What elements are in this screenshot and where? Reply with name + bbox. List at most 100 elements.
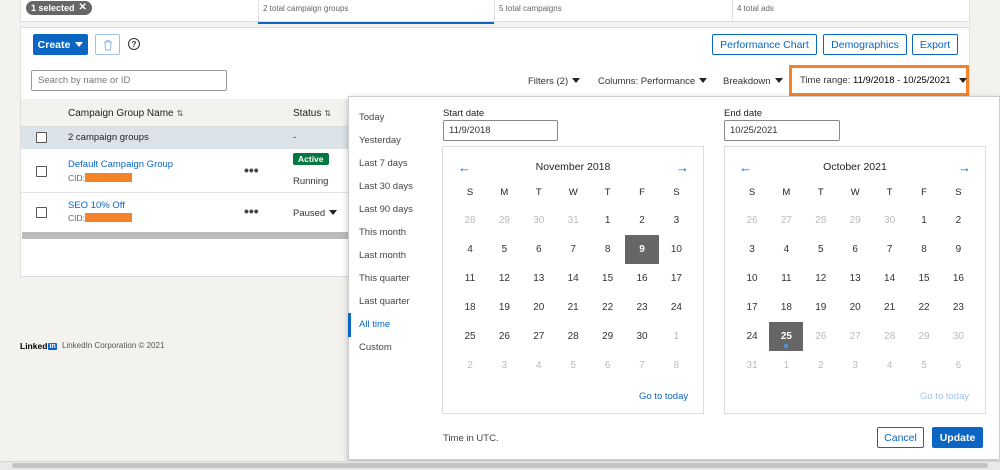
day-cell[interactable]: 17 bbox=[735, 293, 769, 322]
start-date-input[interactable]: 11/9/2018 bbox=[443, 120, 558, 141]
day-cell[interactable]: 16 bbox=[941, 264, 975, 293]
clear-selection-icon[interactable]: ✕ bbox=[79, 1, 87, 15]
column-header-name[interactable]: Campaign Group Name ⇅ bbox=[68, 108, 183, 119]
day-cell[interactable]: 6 bbox=[522, 235, 556, 264]
day-cell[interactable]: 18 bbox=[453, 293, 487, 322]
more-actions-icon[interactable]: ••• bbox=[244, 203, 259, 219]
day-cell[interactable]: 12 bbox=[804, 264, 838, 293]
day-cell[interactable]: 1 bbox=[591, 206, 625, 235]
preset-option[interactable]: All time bbox=[359, 319, 390, 330]
day-cell[interactable]: 10 bbox=[659, 235, 693, 264]
day-cell[interactable]: 1 bbox=[907, 206, 941, 235]
day-cell[interactable]: 21 bbox=[873, 293, 907, 322]
preset-option[interactable]: Today bbox=[359, 112, 384, 123]
tab-campaign-groups[interactable]: 2 total campaign groups bbox=[263, 4, 348, 13]
day-cell[interactable]: 23 bbox=[625, 293, 659, 322]
preset-option[interactable]: Last 90 days bbox=[359, 204, 413, 215]
day-cell[interactable]: 26 bbox=[487, 322, 521, 351]
day-cell[interactable]: 24 bbox=[659, 293, 693, 322]
filters-dropdown[interactable]: Filters (2) bbox=[528, 76, 581, 87]
day-cell[interactable]: 6 bbox=[838, 235, 872, 264]
end-date-input[interactable]: 10/25/2021 bbox=[724, 120, 840, 141]
selected-day-cell[interactable]: 9 bbox=[625, 235, 659, 264]
day-cell[interactable]: 13 bbox=[838, 264, 872, 293]
day-cell[interactable]: 3 bbox=[659, 206, 693, 235]
status-dropdown[interactable]: Paused bbox=[293, 208, 338, 219]
column-header-status[interactable]: Status ⇅ bbox=[293, 108, 331, 119]
cancel-button[interactable]: Cancel bbox=[877, 427, 924, 448]
next-month-icon[interactable]: → bbox=[676, 160, 689, 175]
day-cell[interactable]: 22 bbox=[591, 293, 625, 322]
day-cell[interactable]: 27 bbox=[522, 322, 556, 351]
day-cell[interactable]: 8 bbox=[907, 235, 941, 264]
performance-chart-button[interactable]: Performance Chart bbox=[712, 34, 817, 55]
go-to-today-link[interactable]: Go to today bbox=[920, 391, 969, 402]
day-cell[interactable]: 13 bbox=[522, 264, 556, 293]
day-cell[interactable]: 11 bbox=[769, 264, 803, 293]
delete-button[interactable] bbox=[95, 34, 120, 55]
more-actions-icon[interactable]: ••• bbox=[244, 162, 259, 178]
day-cell[interactable]: 29 bbox=[591, 322, 625, 351]
table-horizontal-scrollbar[interactable] bbox=[22, 232, 352, 239]
previous-month-icon[interactable]: ← bbox=[739, 160, 752, 175]
selected-day-cell[interactable]: 25 bbox=[769, 322, 804, 351]
preset-option[interactable]: Last 7 days bbox=[359, 158, 408, 169]
preset-option[interactable]: Last 30 days bbox=[359, 181, 413, 192]
day-cell[interactable]: 7 bbox=[873, 235, 907, 264]
day-cell[interactable]: 23 bbox=[941, 293, 975, 322]
scrollbar-thumb[interactable] bbox=[12, 463, 988, 468]
day-cell[interactable]: 11 bbox=[453, 264, 487, 293]
sort-icon[interactable]: ⇅ bbox=[324, 109, 331, 118]
row-checkbox[interactable] bbox=[36, 166, 47, 177]
day-cell[interactable]: 8 bbox=[591, 235, 625, 264]
day-cell[interactable]: 9 bbox=[941, 235, 975, 264]
update-button[interactable]: Update bbox=[932, 427, 983, 448]
day-cell[interactable]: 2 bbox=[625, 206, 659, 235]
day-cell[interactable]: 30 bbox=[625, 322, 659, 351]
tab-campaigns[interactable]: 5 total campaigns bbox=[499, 4, 562, 13]
tab-ads[interactable]: 4 total ads bbox=[737, 4, 774, 13]
day-cell[interactable]: 5 bbox=[804, 235, 838, 264]
day-cell[interactable]: 3 bbox=[735, 235, 769, 264]
campaign-group-link[interactable]: SEO 10% Off bbox=[68, 200, 125, 211]
day-cell[interactable]: 25 bbox=[453, 322, 487, 351]
day-cell[interactable]: 28 bbox=[556, 322, 590, 351]
day-cell[interactable]: 14 bbox=[873, 264, 907, 293]
day-cell[interactable]: 14 bbox=[556, 264, 590, 293]
day-cell[interactable]: 7 bbox=[556, 235, 590, 264]
create-button[interactable]: Create bbox=[33, 34, 88, 55]
preset-option[interactable]: Last quarter bbox=[359, 296, 410, 307]
export-button[interactable]: Export bbox=[912, 34, 958, 55]
demographics-button[interactable]: Demographics bbox=[823, 34, 907, 55]
preset-option[interactable]: Last month bbox=[359, 250, 406, 261]
day-cell[interactable]: 2 bbox=[941, 206, 975, 235]
day-cell[interactable]: 16 bbox=[625, 264, 659, 293]
breakdown-dropdown[interactable]: Breakdown bbox=[723, 76, 783, 87]
search-input[interactable]: Search by name or ID bbox=[31, 70, 227, 91]
day-cell[interactable]: 5 bbox=[487, 235, 521, 264]
next-month-icon[interactable]: → bbox=[958, 160, 971, 175]
day-cell[interactable]: 24 bbox=[735, 322, 769, 351]
row-checkbox[interactable] bbox=[36, 207, 47, 218]
day-cell[interactable]: 20 bbox=[838, 293, 872, 322]
preset-option[interactable]: This month bbox=[359, 227, 406, 238]
go-to-today-link[interactable]: Go to today bbox=[639, 391, 688, 402]
day-cell[interactable]: 12 bbox=[487, 264, 521, 293]
day-cell[interactable]: 18 bbox=[769, 293, 803, 322]
day-cell[interactable]: 21 bbox=[556, 293, 590, 322]
day-cell[interactable]: 22 bbox=[907, 293, 941, 322]
help-icon[interactable]: ? bbox=[128, 38, 140, 50]
selected-count-pill[interactable]: 1 selected ✕ bbox=[26, 1, 92, 15]
day-cell[interactable]: 15 bbox=[907, 264, 941, 293]
day-cell[interactable]: 4 bbox=[769, 235, 803, 264]
day-cell[interactable]: 20 bbox=[522, 293, 556, 322]
campaign-group-link[interactable]: Default Campaign Group bbox=[68, 159, 173, 170]
columns-dropdown[interactable]: Columns: Performance bbox=[598, 76, 708, 87]
preset-option[interactable]: Yesterday bbox=[359, 135, 401, 146]
day-cell[interactable]: 19 bbox=[804, 293, 838, 322]
time-range-dropdown[interactable]: Time range: 11/9/2018 - 10/25/2021 bbox=[789, 65, 969, 96]
select-all-checkbox[interactable] bbox=[36, 132, 47, 143]
sort-icon[interactable]: ⇅ bbox=[177, 109, 184, 118]
preset-option[interactable]: Custom bbox=[359, 342, 392, 353]
day-cell[interactable]: 17 bbox=[659, 264, 693, 293]
